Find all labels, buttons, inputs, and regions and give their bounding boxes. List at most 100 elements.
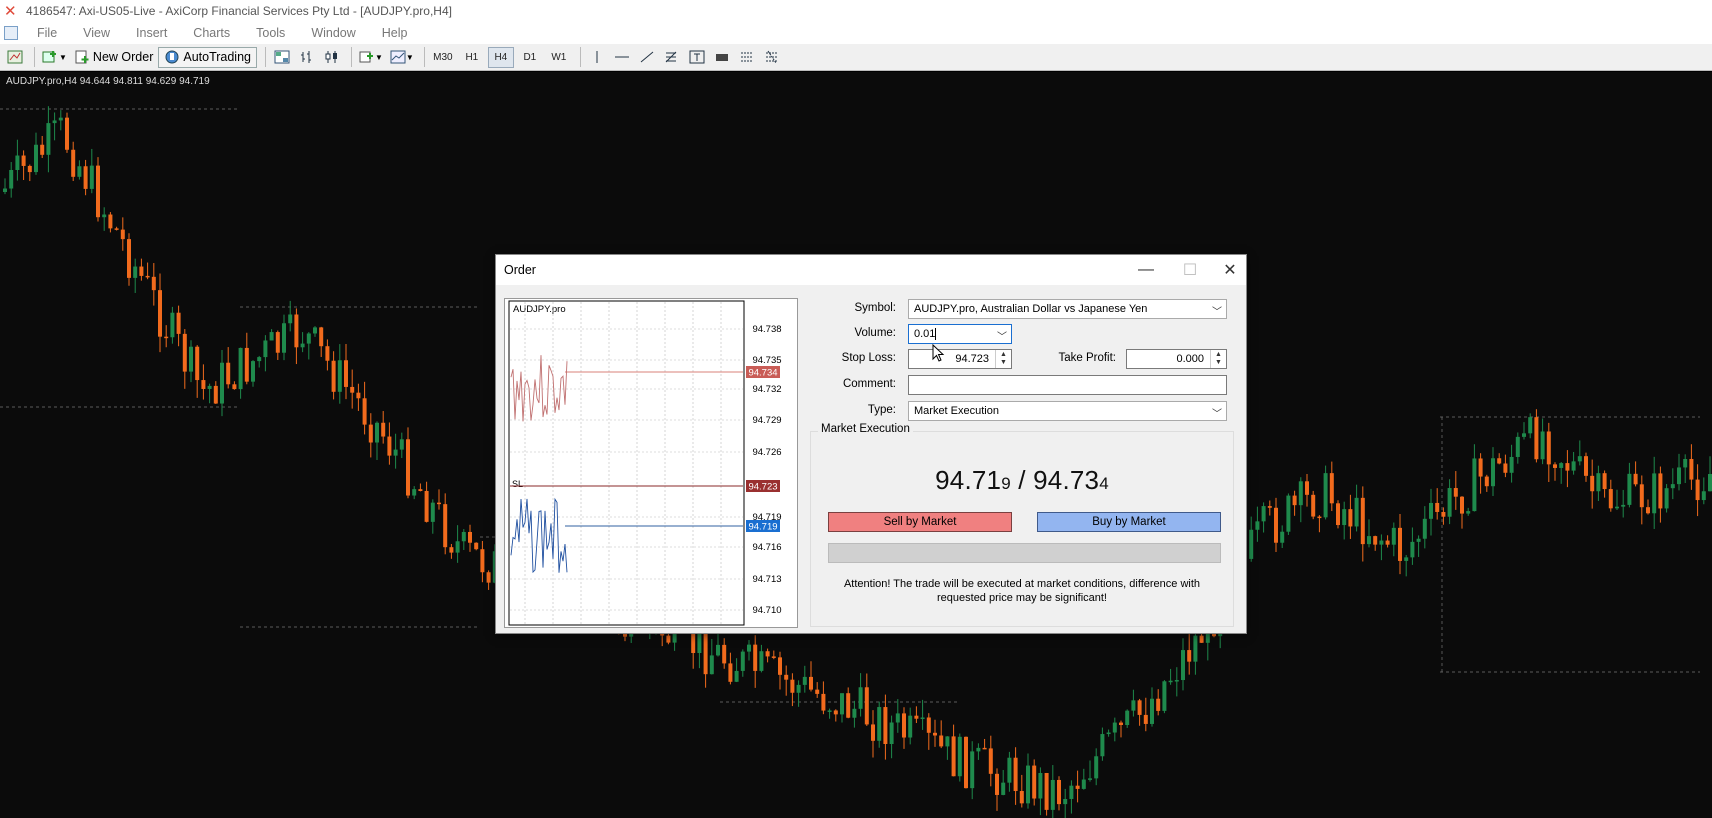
- volume-field[interactable]: 0.01 ﹀: [908, 324, 1012, 344]
- candle-body: [1174, 680, 1179, 682]
- new-chart-button[interactable]: ▼: [40, 47, 69, 68]
- candle-body: [127, 239, 131, 278]
- objects-button[interactable]: [736, 47, 758, 68]
- spin-up-icon[interactable]: ▲: [1000, 351, 1007, 359]
- profiles-button[interactable]: [4, 47, 26, 68]
- candle-body: [1348, 509, 1353, 527]
- menu-help[interactable]: Help: [369, 26, 421, 40]
- candle-body: [1540, 431, 1545, 460]
- comment-field[interactable]: [908, 375, 1227, 395]
- candle-body: [1193, 635, 1198, 662]
- candle-body: [387, 436, 392, 456]
- trendline-button[interactable]: [636, 47, 658, 68]
- spin-down-icon[interactable]: ▼: [1000, 359, 1007, 367]
- timeframe-h4[interactable]: H4: [487, 46, 514, 68]
- candle-body: [957, 736, 962, 777]
- take-profit-field[interactable]: 0.000 ▲ ▼: [1126, 349, 1227, 369]
- menu-tools[interactable]: Tools: [243, 26, 298, 40]
- candle-body: [1075, 785, 1080, 789]
- candle-body: [802, 676, 807, 685]
- candle-body: [213, 385, 218, 404]
- candle-body: [740, 651, 745, 671]
- maximize-icon[interactable]: ☐: [1176, 259, 1204, 281]
- stop-loss-field[interactable]: 94.723 ▲ ▼: [908, 349, 1012, 369]
- candle-body: [1168, 680, 1173, 683]
- candle-body: [257, 357, 262, 362]
- candle-body: [356, 392, 361, 399]
- candle-body: [982, 747, 987, 750]
- candles-button[interactable]: [321, 47, 343, 68]
- candle-body: [1689, 458, 1694, 480]
- price-display: 94.719 / 94.734: [810, 465, 1234, 496]
- candle-body: [89, 165, 94, 189]
- candle-body: [1677, 467, 1681, 485]
- candle-body: [1503, 463, 1508, 473]
- text-button[interactable]: [686, 47, 708, 68]
- candle-body: [908, 715, 913, 738]
- templates-button[interactable]: ▼: [388, 47, 416, 68]
- period-separators-button[interactable]: [296, 47, 318, 68]
- candle-body: [1708, 474, 1712, 492]
- fibonacci-button[interactable]: [661, 47, 683, 68]
- candle-body: [1435, 502, 1440, 512]
- fibonacci-icon: [665, 51, 677, 63]
- candle-body: [1484, 476, 1489, 487]
- sell-by-market-button[interactable]: Sell by Market: [828, 512, 1012, 532]
- take-profit-value: 0.000: [1176, 353, 1204, 365]
- candle-body: [220, 362, 224, 404]
- take-profit-spinner[interactable]: ▲ ▼: [1210, 350, 1226, 368]
- candle-body: [1590, 475, 1595, 492]
- candle-body: [1342, 509, 1347, 526]
- market-watch-button[interactable]: [271, 47, 293, 68]
- channels-button[interactable]: [761, 47, 783, 68]
- app-close-icon[interactable]: ✕: [4, 2, 22, 20]
- menu-view[interactable]: View: [70, 26, 123, 40]
- vertical-line-button[interactable]: [586, 47, 608, 68]
- autotrading-button[interactable]: AutoTrading: [158, 46, 257, 68]
- candle-body: [176, 312, 181, 334]
- candle-body: [753, 644, 758, 671]
- dialog-title-bar[interactable]: Order — ☐ ✕: [496, 255, 1246, 285]
- menu-insert[interactable]: Insert: [123, 26, 180, 40]
- label-button[interactable]: [711, 47, 733, 68]
- timeframe-m30[interactable]: M30: [430, 47, 456, 68]
- candle-body: [1038, 773, 1043, 799]
- buy-by-market-button[interactable]: Buy by Market: [1037, 512, 1221, 532]
- candle-body: [232, 384, 237, 390]
- stop-loss-spinner[interactable]: ▲ ▼: [995, 350, 1011, 368]
- candle-body: [1701, 491, 1706, 501]
- title-bar: ✕ 4186547: Axi-US05-Live - AxiCorp Finan…: [0, 0, 1712, 22]
- candle-body: [40, 144, 45, 155]
- candle-body: [1664, 488, 1669, 509]
- candle-body: [182, 333, 187, 372]
- candle-body: [1100, 734, 1105, 757]
- timeframe-h1[interactable]: H1: [459, 47, 485, 68]
- app-icon[interactable]: [4, 26, 18, 40]
- stop-loss-label: Stop Loss:: [841, 352, 896, 364]
- menu-window[interactable]: Window: [298, 26, 368, 40]
- execution-progress-bar: [828, 543, 1221, 563]
- minimize-icon[interactable]: —: [1132, 259, 1160, 281]
- candle-body: [1181, 650, 1185, 681]
- spin-up-icon[interactable]: ▲: [1215, 351, 1222, 359]
- candle-body: [1125, 710, 1130, 725]
- candle-body: [716, 644, 720, 656]
- candle-body: [1379, 540, 1384, 545]
- timeframe-w1[interactable]: W1: [546, 47, 572, 68]
- candle-body: [1112, 722, 1117, 733]
- indicators-button[interactable]: ▼: [357, 47, 385, 68]
- candle-body: [1565, 463, 1570, 471]
- menu-file[interactable]: File: [24, 26, 70, 40]
- close-icon[interactable]: ✕: [1216, 259, 1244, 281]
- menu-bar: File View Insert Charts Tools Window Hel…: [0, 22, 1712, 44]
- menu-charts[interactable]: Charts: [180, 26, 243, 40]
- spin-down-icon[interactable]: ▼: [1215, 359, 1222, 367]
- timeframe-d1[interactable]: D1: [517, 47, 543, 68]
- tick-price-label: 94.735: [752, 355, 781, 366]
- horizontal-line-button[interactable]: [611, 47, 633, 68]
- new-order-button[interactable]: New Order: [72, 47, 155, 68]
- symbol-select[interactable]: AUDJPY.pro, Australian Dollar vs Japanes…: [908, 299, 1227, 319]
- type-select[interactable]: Market Execution ﹀: [908, 401, 1227, 421]
- candle-body: [393, 449, 398, 456]
- candle-body: [251, 361, 255, 382]
